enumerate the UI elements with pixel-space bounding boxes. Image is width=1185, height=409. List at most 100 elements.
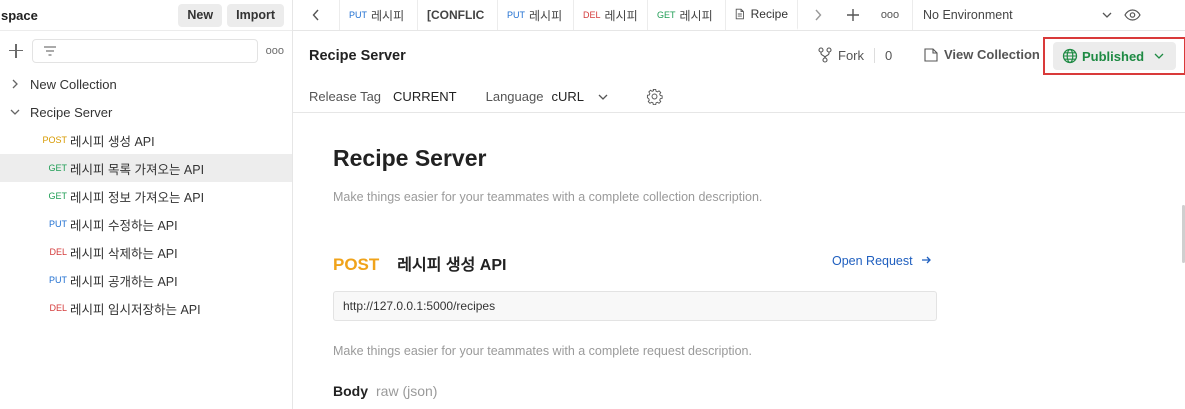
request-name: 레시피 생성 API bbox=[70, 134, 155, 149]
chevron-down-icon bbox=[1102, 12, 1112, 18]
language-label: Language bbox=[485, 89, 544, 104]
new-tab-button[interactable] bbox=[838, 0, 868, 30]
body-label: Body bbox=[333, 383, 368, 399]
method-badge: DEL bbox=[49, 247, 67, 257]
body-section-heading: Body raw (json) bbox=[333, 383, 437, 399]
eye-icon bbox=[1124, 9, 1141, 21]
tab-conflict[interactable]: [CONFLIC bbox=[418, 0, 498, 30]
tab-label: 레시피 bbox=[679, 8, 713, 23]
request-item[interactable]: DEL 레시피 삭제하는 API bbox=[0, 238, 292, 266]
tab-method: DEL bbox=[583, 10, 601, 20]
environment-value: No Environment bbox=[923, 8, 1013, 22]
request-name: 레시피 정보 가져오는 API bbox=[70, 190, 205, 205]
request-description[interactable]: Make things easier for your teammates wi… bbox=[333, 344, 752, 358]
collection-header: Recipe Server Fork 0 View Collection Pub… bbox=[293, 31, 1185, 113]
request-url: http://127.0.0.1:5000/recipes bbox=[333, 291, 937, 321]
method-badge: POST bbox=[42, 135, 67, 145]
request-item[interactable]: DEL 레시피 임시저장하는 API bbox=[0, 294, 292, 322]
request-item[interactable]: GET 레시피 정보 가져오는 API bbox=[0, 182, 292, 210]
new-button[interactable]: New bbox=[178, 3, 223, 27]
tabs-more-button[interactable]: ooo bbox=[868, 0, 912, 30]
collection-meta: Release Tag CURRENT Language cURL bbox=[309, 88, 663, 105]
release-tag-label: Release Tag bbox=[309, 89, 382, 104]
method-badge: PUT bbox=[49, 275, 67, 285]
tab-put[interactable]: PUT 레시피 bbox=[340, 0, 418, 30]
sidebar-header: space New Import bbox=[0, 0, 292, 31]
chevron-right-icon bbox=[0, 79, 30, 89]
collection-new-collection[interactable]: New Collection bbox=[0, 70, 292, 98]
release-tag-select[interactable]: CURRENT bbox=[393, 89, 457, 104]
collection-name: New Collection bbox=[30, 76, 117, 92]
tab-method: GET bbox=[657, 10, 676, 20]
environment-quick-look-button[interactable] bbox=[1112, 0, 1153, 30]
add-icon[interactable] bbox=[9, 43, 23, 58]
open-request-label: Open Request bbox=[832, 254, 913, 268]
view-collection-label: View Collection bbox=[944, 47, 1040, 62]
request-name: 레시피 수정하는 API bbox=[70, 218, 178, 233]
documentation-panel: Recipe Server Make things easier for you… bbox=[293, 113, 1185, 409]
workspace-title: space bbox=[1, 7, 38, 23]
fork-icon bbox=[818, 47, 832, 63]
published-label: Published bbox=[1082, 48, 1145, 64]
tabs-scroll-right-button[interactable] bbox=[798, 0, 838, 30]
collection-title: Recipe Server bbox=[309, 48, 406, 64]
collection-recipe-server[interactable]: Recipe Server bbox=[0, 98, 292, 126]
method-badge: GET bbox=[48, 191, 67, 201]
request-url-text: http://127.0.0.1:5000/recipes bbox=[343, 299, 496, 313]
tab-del[interactable]: DEL 레시피 bbox=[574, 0, 648, 30]
tab-label: 레시피 bbox=[529, 8, 563, 23]
body-type: raw (json) bbox=[376, 383, 438, 399]
request-item[interactable]: PUT 레시피 수정하는 API bbox=[0, 210, 292, 238]
request-name: 레시피 목록 가져오는 API bbox=[70, 162, 205, 177]
import-button[interactable]: Import bbox=[227, 3, 284, 27]
sidebar: space New Import ooo New Collection Reci… bbox=[0, 0, 293, 409]
tab-recipe-active[interactable]: Recipe bbox=[726, 0, 798, 30]
more-options-icon[interactable]: ooo bbox=[266, 45, 284, 57]
request-title: 레시피 생성 API bbox=[397, 257, 507, 274]
chevron-left-icon bbox=[312, 9, 319, 21]
globe-icon bbox=[1062, 48, 1078, 64]
tab-method: PUT bbox=[507, 10, 525, 20]
collection-name: Recipe Server bbox=[30, 104, 113, 120]
request-heading: POST 레시피 생성 API bbox=[333, 251, 506, 275]
request-name: 레시피 임시저장하는 API bbox=[70, 302, 201, 317]
view-collection-button[interactable]: View Collection bbox=[924, 47, 1040, 62]
document-icon bbox=[735, 8, 744, 20]
fork-button[interactable]: Fork 0 bbox=[818, 47, 892, 63]
chevron-down-icon bbox=[0, 108, 30, 116]
published-highlight: Published bbox=[1043, 37, 1185, 75]
fork-label: Fork bbox=[838, 47, 864, 63]
tab-put[interactable]: PUT 레시피 bbox=[498, 0, 574, 30]
filter-icon bbox=[43, 45, 56, 56]
doc-title: Recipe Server bbox=[333, 145, 487, 171]
environment-selector[interactable]: No Environment bbox=[912, 0, 1112, 30]
request-item[interactable]: POST 레시피 생성 API bbox=[0, 126, 292, 154]
tab-method: PUT bbox=[349, 10, 367, 20]
tabs-scroll-left-button[interactable] bbox=[293, 0, 340, 30]
published-button[interactable]: Published bbox=[1053, 42, 1176, 70]
request-name: 레시피 삭제하는 API bbox=[70, 246, 178, 261]
tab-label: [CONFLIC bbox=[427, 8, 485, 22]
collection-description[interactable]: Make things easier for your teammates wi… bbox=[333, 190, 762, 204]
gear-icon[interactable] bbox=[646, 88, 663, 105]
language-select[interactable]: cURL bbox=[551, 89, 584, 104]
chevron-down-icon bbox=[1154, 53, 1164, 59]
open-request-link[interactable]: Open Request bbox=[832, 254, 932, 268]
method-badge: GET bbox=[48, 163, 67, 173]
request-method: POST bbox=[333, 255, 380, 274]
tab-label: Recipe bbox=[750, 7, 788, 21]
request-item[interactable]: GET 레시피 목록 가져오는 API bbox=[0, 154, 292, 182]
arrow-right-icon bbox=[922, 256, 932, 264]
filter-input[interactable] bbox=[31, 38, 258, 63]
collection-icon bbox=[924, 47, 938, 62]
plus-icon bbox=[847, 9, 859, 21]
tab-label: 레시피 bbox=[604, 8, 638, 23]
chevron-down-icon[interactable] bbox=[598, 93, 608, 101]
method-badge: DEL bbox=[49, 303, 67, 313]
sidebar-toolbar: ooo bbox=[0, 31, 292, 70]
request-item[interactable]: PUT 레시피 공개하는 API bbox=[0, 266, 292, 294]
tab-get[interactable]: GET 레시피 bbox=[648, 0, 726, 30]
request-name: 레시피 공개하는 API bbox=[70, 274, 178, 289]
tab-label: 레시피 bbox=[371, 8, 405, 23]
fork-count: 0 bbox=[874, 47, 892, 63]
